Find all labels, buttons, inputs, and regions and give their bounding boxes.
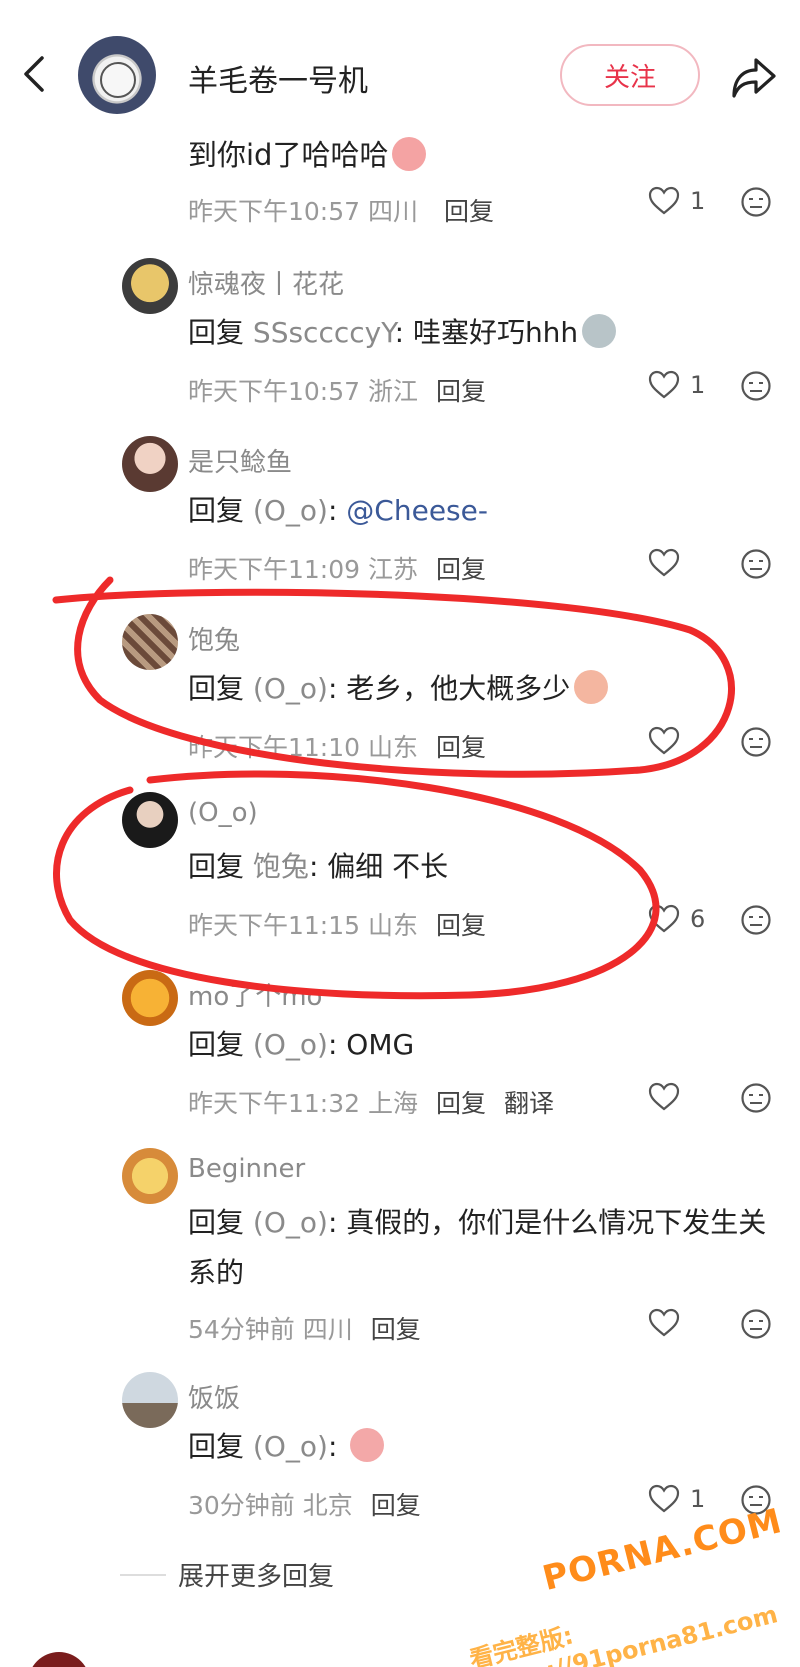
annotation-circle (53, 770, 660, 1000)
annotation-circle (52, 576, 735, 778)
annotation-overlay (52, 576, 735, 1000)
